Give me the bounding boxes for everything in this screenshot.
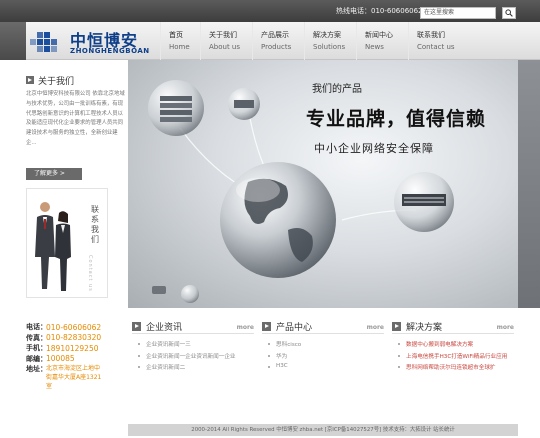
contact-mobile: 18910129250 (46, 343, 99, 353)
hotline-text: 热线电话：010-60606062 (336, 7, 423, 15)
nav-home[interactable]: 首页 Home (160, 22, 200, 60)
products-column-title: 产品中心 (276, 323, 313, 333)
nav-label-cn: 产品展示 (261, 31, 289, 39)
contact-label: 传真： (26, 333, 47, 342)
nav-label-en: Solutions (313, 43, 346, 51)
contact-address: 北京市海淀区上地中街嘉华大厦A座1321室 (46, 365, 102, 390)
nav-products[interactable]: 产品展示 Products (252, 22, 304, 60)
products-column-header: 产品中心 more (262, 318, 384, 334)
footer-copyright: 2000-2014 All Rights Reserved 中恒博安 zhba.… (128, 424, 518, 436)
nav-news[interactable]: 新闻中心 News (356, 22, 408, 60)
solutions-column: 解决方案 more 数据中心搬到弱电解决方案 上海电信携手H3C打造WiFi精品… (392, 318, 514, 418)
top-bar: 热线电话：010-60606062 在这里搜索 (0, 0, 540, 22)
hero-banner[interactable]: 我们的产品 专业品牌，值得信赖 中小企业网络安全保障 (128, 60, 518, 308)
contact-postcode-row: 邮编： 100085 (26, 354, 126, 365)
arrow-right-icon (262, 322, 271, 331)
contact-info: 电话： 010-60606062 传真： 010-82830320 手机： 18… (26, 322, 126, 391)
header-cap (0, 22, 26, 60)
about-title: 关于我们 (38, 77, 75, 87)
arrow-right-icon (392, 322, 401, 331)
search-button[interactable] (502, 7, 516, 19)
logo-en-text: ZHONGHENGBOAN (70, 47, 150, 55)
nav-label-cn: 新闻中心 (365, 31, 393, 39)
arrow-right-icon (26, 76, 34, 84)
nav-label-cn: 首页 (169, 31, 183, 39)
banner-heading: 我们的产品 (312, 84, 362, 95)
about-more-button[interactable]: 了解更多 > (26, 168, 82, 180)
business-people-image (35, 202, 71, 291)
banner-subtitle: 中小企业网络安全保障 (314, 142, 434, 155)
news-item[interactable]: 企业资讯新闻一企业资讯新闻一企业 (132, 352, 254, 364)
news-column-title: 企业资讯 (146, 323, 183, 333)
logo[interactable]: 中恒博安 ZHONGHENGBOAN (30, 25, 158, 59)
news-column: 企业资讯 more 企业资讯新闻一三 企业资讯新闻一企业资讯新闻一企业 企业资讯… (132, 318, 254, 418)
nav-solutions[interactable]: 解决方案 Solutions (304, 22, 356, 60)
solutions-more-link[interactable]: more (497, 324, 514, 331)
contact-label: 邮编： (26, 354, 47, 363)
product-item[interactable]: 华为 (262, 352, 384, 364)
contact-phone: 010-60606062 (46, 322, 102, 332)
solutions-column-header: 解决方案 more (392, 318, 514, 334)
products-list: 思科cisco 华为 H3C (262, 340, 384, 375)
contact-vertical-en: Contact us (87, 255, 93, 292)
solutions-column-title: 解决方案 (406, 323, 443, 333)
banner-edge (518, 60, 540, 308)
news-list: 企业资讯新闻一三 企业资讯新闻一企业资讯新闻一企业 企业资讯新闻二 (132, 340, 254, 375)
contact-label: 手机： (26, 344, 47, 353)
about-text: 北京中恒博安科技有限公司 依靠北京地域与技术优势，公司由一批训练有素，有现代思路… (26, 91, 125, 146)
contact-label: 电话： (26, 323, 47, 332)
product-item[interactable]: H3C (262, 363, 384, 375)
solution-item[interactable]: 数据中心搬到弱电解决方案 (392, 340, 514, 352)
search-icon (505, 9, 513, 17)
solutions-list: 数据中心搬到弱电解决方案 上海电信携手H3C打造WiFi精品行业应用 思科网络帮… (392, 340, 514, 375)
header: 中恒博安 ZHONGHENGBOAN 首页 Home 关于我们 About us… (0, 22, 540, 60)
contact-address-row: 地址： 北京市海淀区上地中街嘉华大厦A座1321室 (26, 364, 126, 391)
news-column-header: 企业资讯 more (132, 318, 254, 334)
contact-postcode: 100085 (46, 354, 75, 364)
products-column: 产品中心 more 思科cisco 华为 H3C (262, 318, 384, 418)
nav-label-en: Contact us (417, 43, 455, 51)
nav-contact[interactable]: 联系我们 Contact us (408, 22, 460, 60)
contact-card[interactable]: 联系我们 Contact us (26, 188, 108, 298)
contact-mobile-row: 手机： 18910129250 (26, 343, 126, 354)
logo-mark-icon (30, 30, 64, 54)
nav-label-cn: 联系我们 (417, 31, 445, 39)
contact-vertical-label: 联系我们 (91, 205, 99, 244)
contact-label: 地址： (26, 365, 47, 373)
footer: 2000-2014 All Rights Reserved 中恒博安 zhba.… (0, 420, 540, 438)
banner-slogan: 专业品牌，值得信赖 (306, 108, 487, 130)
products-more-link[interactable]: more (367, 324, 384, 331)
search-input[interactable]: 在这里搜索 (420, 7, 496, 19)
solution-item[interactable]: 上海电信携手H3C打造WiFi精品行业应用 (392, 352, 514, 364)
arrow-right-icon (132, 322, 141, 331)
solution-item[interactable]: 思科网络帮助沃尔玛连锁超市全球扩 (392, 363, 514, 375)
product-item[interactable]: 思科cisco (262, 340, 384, 352)
contact-phone-row: 电话： 010-60606062 (26, 322, 126, 333)
nav-label-cn: 解决方案 (313, 31, 341, 39)
banner-illustration (148, 80, 454, 303)
news-item[interactable]: 企业资讯新闻一三 (132, 340, 254, 352)
nav-label-en: News (365, 43, 384, 51)
nav-about[interactable]: 关于我们 About us (200, 22, 252, 60)
nav-label-en: Home (169, 43, 190, 51)
nav-label-en: About us (209, 43, 241, 51)
news-item[interactable]: 企业资讯新闻二 (132, 363, 254, 375)
contact-fax: 010-82830320 (46, 333, 102, 343)
contact-fax-row: 传真： 010-82830320 (26, 333, 126, 344)
page: 热线电话：010-60606062 在这里搜索 中恒博安 ZHONGHENGBO… (0, 0, 540, 438)
about-heading: 关于我们 (26, 74, 126, 88)
main-nav: 首页 Home 关于我们 About us 产品展示 Products 解决方案… (160, 22, 460, 60)
news-more-link[interactable]: more (237, 324, 254, 331)
sidebar: 关于我们 北京中恒博安科技有限公司 依靠北京地域与技术优势，公司由一批训练有素，… (0, 60, 128, 420)
nav-label-cn: 关于我们 (209, 31, 237, 39)
nav-label-en: Products (261, 43, 292, 51)
